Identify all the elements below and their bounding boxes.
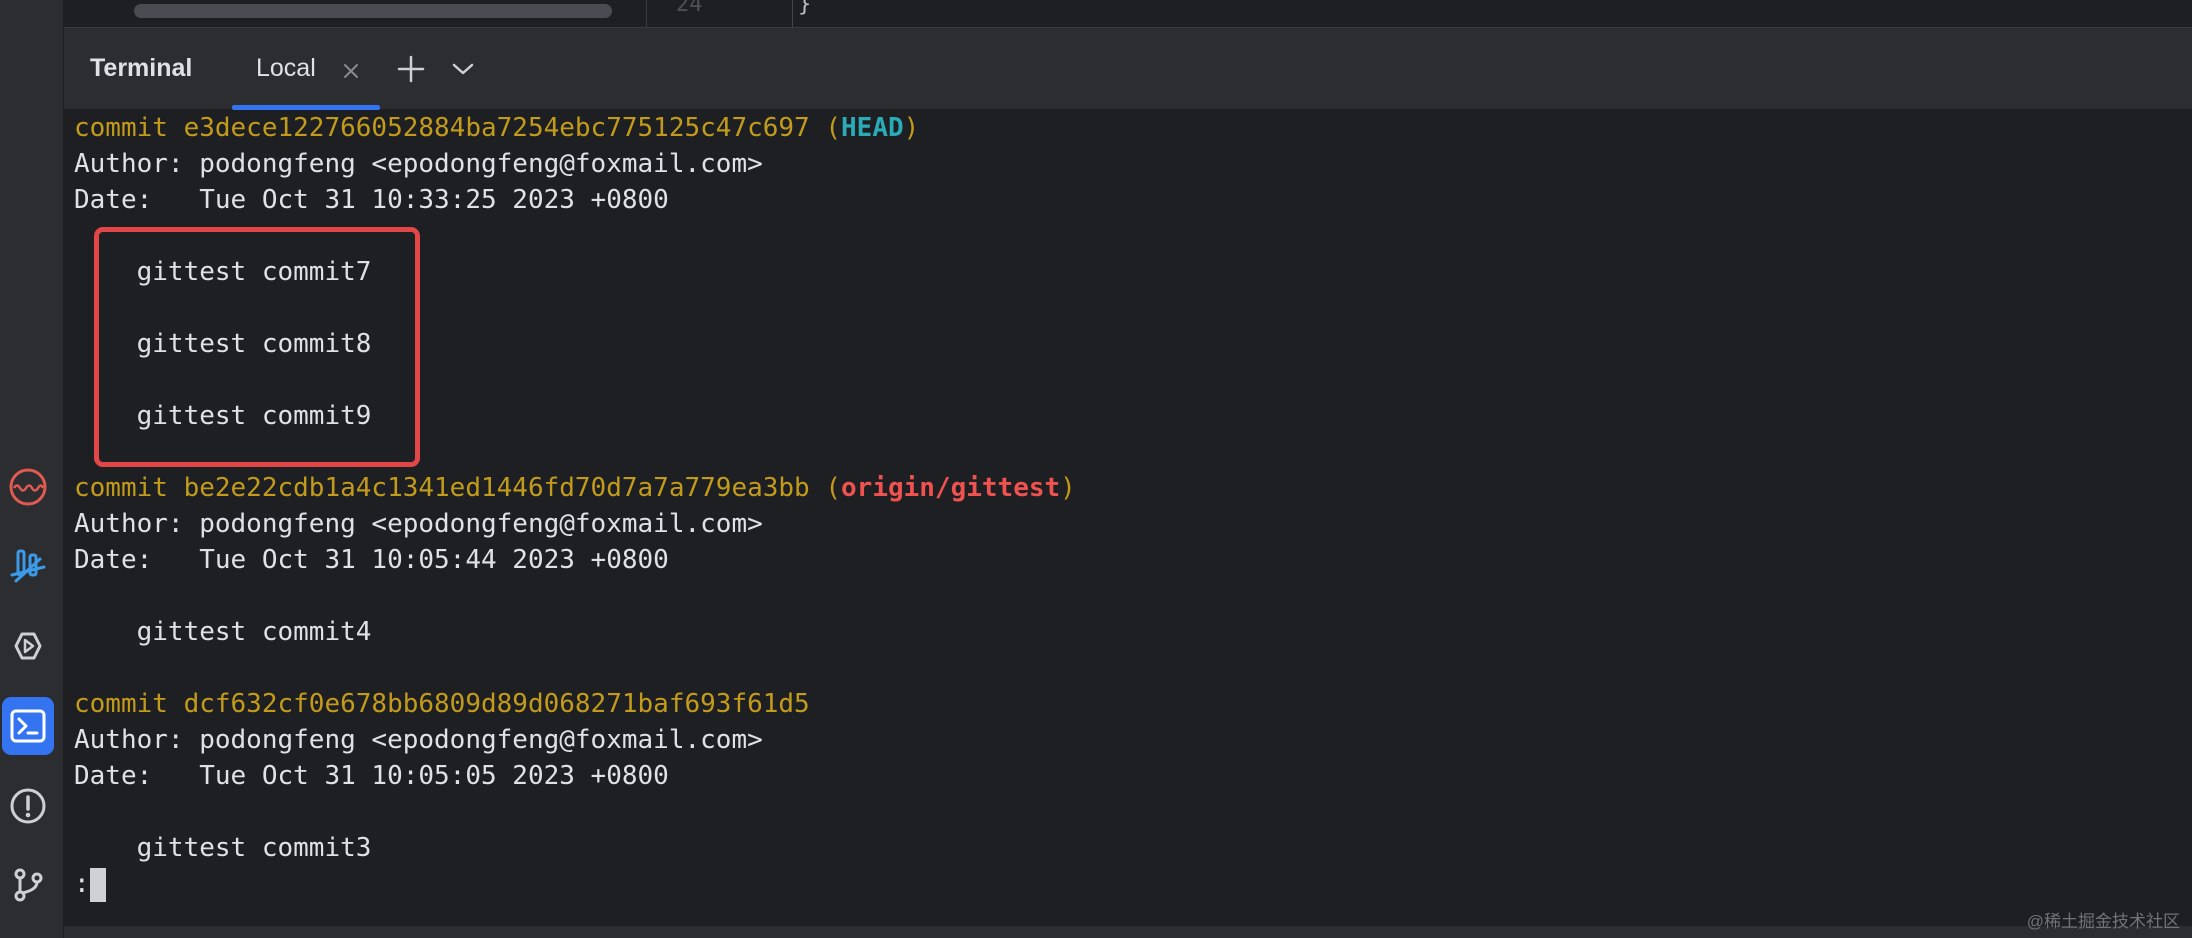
chevron-down-icon[interactable] bbox=[446, 54, 480, 84]
tab-local[interactable]: Local bbox=[232, 28, 380, 110]
date-line: Date: Tue Oct 31 10:05:44 2023 +0800 bbox=[74, 545, 669, 575]
status-strip bbox=[64, 926, 2192, 938]
commit-message: gittest commit3 bbox=[74, 833, 372, 863]
ide-window: 24 } Terminal Local commit e3dece1227660… bbox=[0, 0, 2192, 938]
date-line: Date: Tue Oct 31 10:05:05 2023 +0800 bbox=[74, 761, 669, 791]
commit-hash: commit dcf632cf0e678bb6809d89d068271baf6… bbox=[74, 689, 810, 719]
pager-prompt: : bbox=[74, 869, 90, 899]
services-icon bbox=[10, 549, 46, 583]
commit-hash: commit be2e22cdb1a4c1341ed1446fd70d7a7a7… bbox=[74, 473, 842, 503]
plus-icon[interactable] bbox=[394, 52, 428, 86]
watermark: @稀土掘金技术社区 bbox=[2026, 912, 2180, 931]
profiler-icon bbox=[9, 468, 47, 506]
panel-title: Terminal bbox=[90, 54, 193, 82]
ref-origin: origin/gittest bbox=[841, 473, 1061, 503]
author-line: Author: podongfeng <epodongfeng@foxmail.… bbox=[74, 149, 763, 179]
tab-label: Local bbox=[256, 54, 316, 82]
horizontal-scrollbar[interactable] bbox=[134, 4, 612, 18]
ref-head: HEAD bbox=[841, 113, 904, 143]
git-button[interactable] bbox=[2, 856, 54, 914]
author-line: Author: podongfeng <epodongfeng@foxmail.… bbox=[74, 725, 763, 755]
ref-close: ) bbox=[1060, 473, 1076, 503]
vertical-scrollbar[interactable] bbox=[2178, 110, 2192, 926]
line-number: 24 bbox=[676, 0, 703, 17]
editor-area: 24 } bbox=[64, 0, 2192, 28]
problems-button[interactable] bbox=[2, 777, 54, 835]
date-line: Date: Tue Oct 31 10:33:25 2023 +0800 bbox=[74, 185, 669, 215]
run-button[interactable] bbox=[2, 617, 54, 675]
services-button[interactable] bbox=[2, 536, 54, 594]
commit-message: gittest commit4 bbox=[74, 617, 372, 647]
code-line: } bbox=[798, 0, 812, 17]
author-line: Author: podongfeng <epodongfeng@foxmail.… bbox=[74, 509, 763, 539]
terminal-output[interactable]: commit e3dece122766052884ba7254ebc775125… bbox=[64, 110, 2192, 926]
divider bbox=[646, 0, 647, 28]
git-icon bbox=[14, 868, 43, 902]
highlight-box bbox=[94, 227, 420, 467]
commit-line: commit e3dece122766052884ba7254ebc775125… bbox=[74, 110, 919, 146]
commit-line: commit dcf632cf0e678bb6809d89d068271baf6… bbox=[74, 686, 810, 722]
problems-icon bbox=[10, 788, 46, 824]
close-icon[interactable] bbox=[338, 58, 364, 84]
terminal-button[interactable] bbox=[2, 697, 54, 755]
commit-hash: commit e3dece122766052884ba7254ebc775125… bbox=[74, 113, 842, 143]
terminal-header: Terminal Local bbox=[64, 28, 2192, 110]
indent-guide bbox=[792, 0, 793, 28]
profiler-button[interactable] bbox=[2, 458, 54, 516]
left-tool-strip bbox=[0, 0, 64, 938]
ref-close: ) bbox=[903, 113, 920, 143]
commit-line: commit be2e22cdb1a4c1341ed1446fd70d7a7a7… bbox=[74, 470, 1076, 506]
terminal-icon bbox=[10, 709, 46, 743]
text-cursor bbox=[90, 868, 106, 902]
run-icon bbox=[14, 632, 42, 660]
